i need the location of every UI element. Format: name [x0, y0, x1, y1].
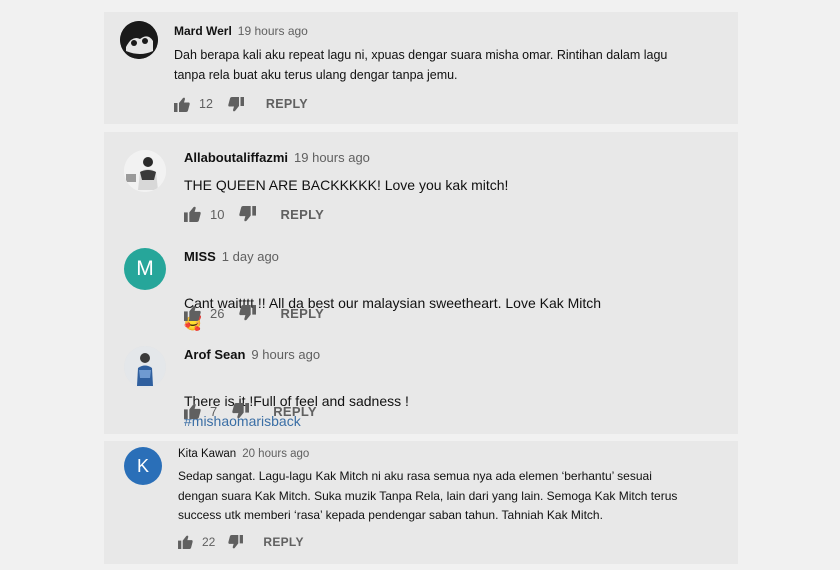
- comment-actions: 12 REPLY: [174, 95, 308, 113]
- dislike-icon[interactable]: [239, 305, 257, 321]
- profile-photo-icon: [120, 21, 158, 59]
- reply-button[interactable]: REPLY: [280, 207, 324, 222]
- avatar[interactable]: M: [124, 248, 166, 290]
- comment-text-wrap: Cant waitttt !! All da best our malaysia…: [184, 273, 601, 333]
- comment-actions: 7 REPLY: [184, 402, 317, 420]
- avatar-letter: M: [136, 257, 154, 280]
- avatar-letter: K: [136, 455, 149, 476]
- like-icon[interactable]: [178, 535, 193, 549]
- comment-timestamp[interactable]: 9 hours ago: [251, 347, 320, 362]
- like-icon[interactable]: [184, 403, 201, 419]
- comment-text-wrap: There is it !Full of feel and sadness ! …: [184, 371, 409, 431]
- reply-button[interactable]: REPLY: [280, 306, 324, 321]
- avatar[interactable]: [124, 346, 166, 388]
- comment-card: Allaboutaliffazmi 19 hours ago THE QUEEN …: [104, 132, 738, 434]
- comment-author[interactable]: Arof Sean: [184, 347, 245, 362]
- like-count: 26: [210, 305, 225, 321]
- avatar[interactable]: K: [124, 447, 162, 485]
- like-count: 22: [202, 535, 216, 549]
- dislike-icon[interactable]: [228, 96, 244, 112]
- dislike-icon[interactable]: [232, 403, 250, 419]
- comment-author[interactable]: MISS: [184, 249, 216, 264]
- comment-actions: 26 REPLY: [184, 304, 324, 322]
- like-count: 12: [199, 97, 213, 111]
- comment-text: Sedap sangat. Lagu-lagu Kak Mitch ni aku…: [178, 469, 678, 522]
- avatar[interactable]: [120, 21, 158, 59]
- profile-photo-icon: [124, 150, 166, 192]
- reply-button[interactable]: REPLY: [263, 535, 303, 549]
- comment-timestamp[interactable]: 19 hours ago: [238, 24, 308, 38]
- like-count: 10: [210, 206, 225, 222]
- comment-actions: 22 REPLY: [178, 533, 304, 551]
- like-count: 7: [210, 403, 218, 419]
- avatar[interactable]: [124, 150, 166, 192]
- comment-card: Mard Werl 19 hours ago Dah berapa kali ak…: [104, 12, 738, 124]
- comment-author[interactable]: Kita Kawan: [178, 448, 236, 460]
- comment-author[interactable]: Mard Werl: [174, 24, 232, 38]
- like-icon[interactable]: [184, 305, 201, 321]
- comment-actions: 10 REPLY: [184, 205, 324, 223]
- dislike-icon[interactable]: [239, 206, 257, 222]
- dislike-icon[interactable]: [228, 535, 244, 549]
- comment-timestamp[interactable]: 19 hours ago: [294, 150, 370, 165]
- reply-button[interactable]: REPLY: [266, 97, 308, 111]
- reply-button[interactable]: REPLY: [273, 404, 317, 419]
- comment-author[interactable]: Allaboutaliffazmi: [184, 150, 288, 165]
- like-icon[interactable]: [184, 206, 201, 222]
- comment-timestamp[interactable]: 1 day ago: [222, 249, 279, 264]
- comment-text: Dah berapa kali aku repeat lagu ni, xpua…: [174, 48, 668, 82]
- comment-text: THE QUEEN ARE BACKKKKK! Love you kak mit…: [184, 177, 509, 193]
- like-icon[interactable]: [174, 97, 190, 112]
- profile-photo-icon: [124, 346, 166, 388]
- comment-card: K Kita Kawan 20 hours ago Sedap sangat. L…: [104, 441, 738, 564]
- comment-timestamp[interactable]: 20 hours ago: [242, 448, 309, 460]
